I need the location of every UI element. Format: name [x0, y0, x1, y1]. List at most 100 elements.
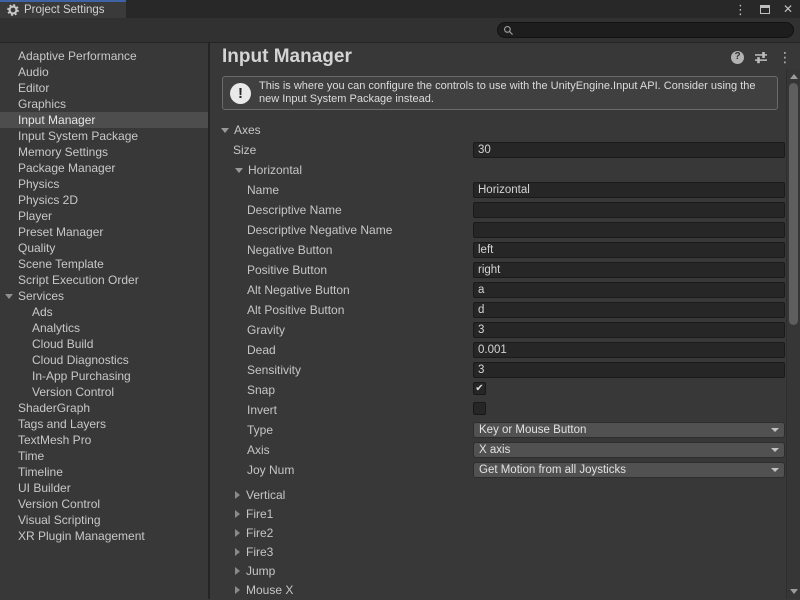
sidebar-item-scene-template[interactable]: Scene Template [0, 256, 208, 272]
setting-row-jump[interactable]: Jump [210, 561, 786, 580]
sidebar-item-ads[interactable]: Ads [0, 304, 208, 320]
sidebar-item-time[interactable]: Time [0, 448, 208, 464]
sidebar-item-quality[interactable]: Quality [0, 240, 208, 256]
sidebar-item-preset-manager[interactable]: Preset Manager [0, 224, 208, 240]
setting-value: X axis [473, 442, 785, 458]
sidebar-item-input-system-package[interactable]: Input System Package [0, 128, 208, 144]
setting-label: Positive Button [247, 263, 327, 277]
window-menu-icon[interactable]: ⋮ [734, 3, 747, 16]
close-icon[interactable]: ✕ [783, 3, 793, 15]
sidebar-item-label: Physics 2D [0, 193, 78, 207]
checkbox-invert[interactable] [473, 402, 486, 415]
setting-row-descriptive-negative-name: Descriptive Negative Name [210, 220, 786, 240]
setting-row-fire2[interactable]: Fire2 [210, 523, 786, 542]
field-alt-positive-button[interactable] [473, 302, 785, 318]
setting-row-horizontal[interactable]: Horizontal [210, 160, 786, 180]
sidebar-item-label: Adaptive Performance [0, 49, 137, 63]
foldout-closed-icon[interactable] [235, 567, 240, 575]
sidebar-item-cloud-diagnostics[interactable]: Cloud Diagnostics [0, 352, 208, 368]
setting-row-mouse-x[interactable]: Mouse X [210, 580, 786, 599]
setting-label: Size [233, 143, 256, 157]
setting-row-fire1[interactable]: Fire1 [210, 504, 786, 523]
sidebar-item-textmesh-pro[interactable]: TextMesh Pro [0, 432, 208, 448]
search-box[interactable] [497, 22, 794, 38]
field-name[interactable] [473, 182, 785, 198]
sidebar-item-services[interactable]: Services [0, 288, 208, 304]
sidebar-item-tags-and-layers[interactable]: Tags and Layers [0, 416, 208, 432]
sidebar-item-cloud-build[interactable]: Cloud Build [0, 336, 208, 352]
search-input[interactable] [518, 24, 788, 36]
field-sensitivity[interactable] [473, 362, 785, 378]
sidebar-item-adaptive-performance[interactable]: Adaptive Performance [0, 48, 208, 64]
setting-label: Dead [247, 343, 276, 357]
field-gravity[interactable] [473, 322, 785, 338]
sidebar-item-physics-2d[interactable]: Physics 2D [0, 192, 208, 208]
sidebar-item-visual-scripting[interactable]: Visual Scripting [0, 512, 208, 528]
sidebar-item-version-control[interactable]: Version Control [0, 384, 208, 400]
setting-label: Snap [247, 383, 275, 397]
sidebar-item-label: Physics [0, 177, 59, 191]
field-negative-button[interactable] [473, 242, 785, 258]
field-dead[interactable] [473, 342, 785, 358]
tab-project-settings[interactable]: Project Settings [0, 0, 126, 18]
field-size[interactable] [473, 142, 785, 158]
setting-label-area: Alt Negative Button [210, 283, 350, 297]
foldout-closed-icon[interactable] [235, 529, 240, 537]
dropdown-value: X axis [479, 444, 510, 456]
setting-row-axes[interactable]: Axes [210, 120, 786, 140]
checkbox-snap[interactable]: ✔ [473, 382, 486, 395]
setting-row-negative-button: Negative Button [210, 240, 786, 260]
presets-icon[interactable] [754, 51, 768, 64]
foldout-open-icon[interactable] [5, 294, 13, 299]
sidebar-item-editor[interactable]: Editor [0, 80, 208, 96]
foldout-open-icon[interactable] [221, 128, 229, 133]
foldout-closed-icon[interactable] [235, 586, 240, 594]
sidebar-item-label: XR Plugin Management [0, 529, 145, 543]
dropdown-type[interactable]: Key or Mouse Button [473, 422, 785, 438]
sidebar-item-ui-builder[interactable]: UI Builder [0, 480, 208, 496]
setting-label-area: Horizontal [210, 163, 302, 177]
sidebar-item-analytics[interactable]: Analytics [0, 320, 208, 336]
foldout-closed-icon[interactable] [235, 510, 240, 518]
setting-row-name: Name [210, 180, 786, 200]
sidebar-item-memory-settings[interactable]: Memory Settings [0, 144, 208, 160]
field-positive-button[interactable] [473, 262, 785, 278]
setting-row-fire3[interactable]: Fire3 [210, 542, 786, 561]
sidebar-item-package-manager[interactable]: Package Manager [0, 160, 208, 176]
foldout-closed-icon[interactable] [235, 548, 240, 556]
scrollbar-thumb[interactable] [789, 83, 798, 325]
sidebar-item-input-manager[interactable]: Input Manager [0, 112, 208, 128]
foldout-open-icon[interactable] [235, 168, 243, 173]
setting-value [473, 282, 785, 298]
sidebar-item-in-app-purchasing[interactable]: In-App Purchasing [0, 368, 208, 384]
sidebar-item-audio[interactable]: Audio [0, 64, 208, 80]
sidebar-item-physics[interactable]: Physics [0, 176, 208, 192]
scroll-up-icon[interactable] [790, 74, 798, 79]
sidebar-item-label: Quality [0, 241, 55, 255]
field-descriptive-name[interactable] [473, 202, 785, 218]
setting-value [473, 362, 785, 378]
setting-row-vertical[interactable]: Vertical [210, 485, 786, 504]
more-icon[interactable]: ⋮ [778, 50, 792, 64]
sidebar-item-xr-plugin-management[interactable]: XR Plugin Management [0, 528, 208, 544]
maximize-icon[interactable] [760, 5, 770, 14]
sidebar-item-shadergraph[interactable]: ShaderGraph [0, 400, 208, 416]
help-icon[interactable]: ? [731, 51, 744, 64]
sidebar-item-graphics[interactable]: Graphics [0, 96, 208, 112]
sidebar-item-script-execution-order[interactable]: Script Execution Order [0, 272, 208, 288]
sidebar-item-timeline[interactable]: Timeline [0, 464, 208, 480]
field-descriptive-negative-name[interactable] [473, 222, 785, 238]
dropdown-joy-num[interactable]: Get Motion from all Joysticks [473, 462, 785, 478]
dropdown-axis[interactable]: X axis [473, 442, 785, 458]
warning-bubble-icon: ! [230, 83, 251, 104]
scroll-down-icon[interactable] [790, 589, 798, 594]
sidebar-item-player[interactable]: Player [0, 208, 208, 224]
project-settings-body: Adaptive PerformanceAudioEditorGraphicsI… [0, 43, 800, 599]
foldout-closed-icon[interactable] [235, 491, 240, 499]
setting-label-area: Dead [210, 343, 276, 357]
sidebar-item-label: Input System Package [0, 129, 138, 143]
field-alt-negative-button[interactable] [473, 282, 785, 298]
sidebar-item-version-control[interactable]: Version Control [0, 496, 208, 512]
setting-label: Descriptive Name [247, 203, 342, 217]
setting-label: Name [247, 183, 279, 197]
